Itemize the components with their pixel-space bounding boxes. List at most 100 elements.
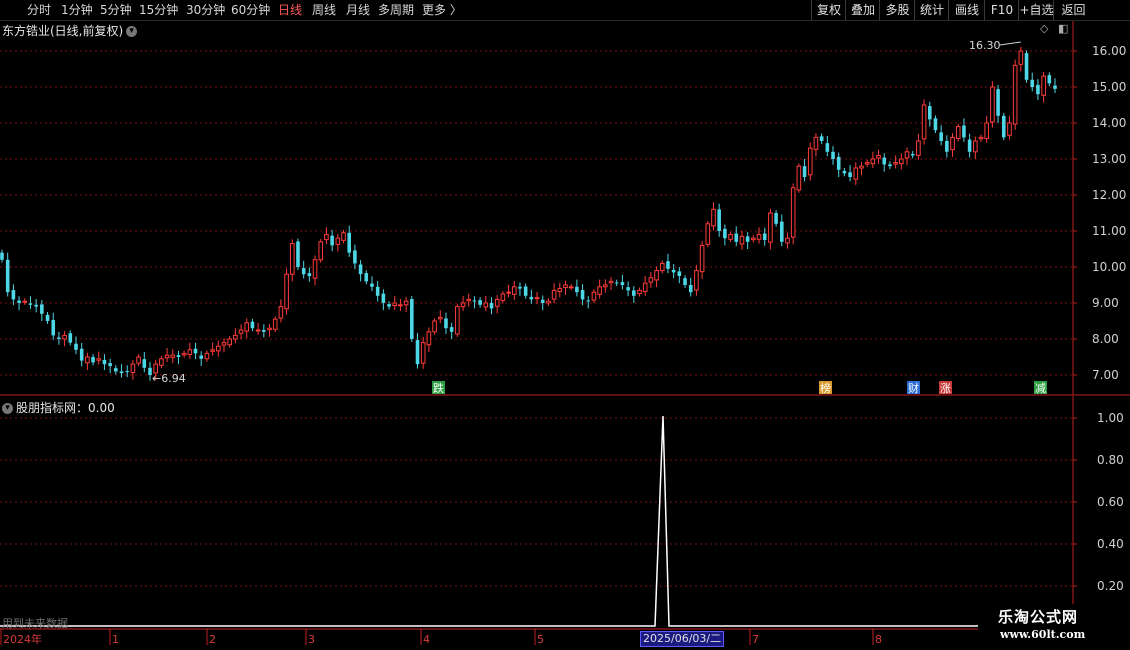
candle-body-down (51, 319, 56, 336)
candle-body-down (375, 286, 380, 296)
candle-body-down (967, 139, 972, 152)
candle-body-up (654, 270, 659, 281)
candle-body-up (785, 237, 790, 244)
future-data-warning: 用到未来数据 (2, 617, 68, 630)
candle-body-down (364, 273, 369, 282)
candle-body-up (455, 306, 460, 335)
candle-body-down (176, 355, 181, 357)
candle-body-down (410, 299, 414, 339)
candle-body-down (575, 286, 579, 293)
candle-body-down (882, 157, 887, 165)
time-label: 7 (752, 633, 759, 646)
candle-body-up (494, 298, 500, 307)
candle-body-up (768, 212, 773, 243)
candle-body-up (864, 162, 870, 165)
candle-body-down (472, 300, 477, 302)
candle-body-down (17, 300, 21, 303)
indicator-label: 0.80 (1097, 453, 1124, 467)
candle-body-down (262, 330, 266, 332)
candle-body-down (614, 282, 619, 284)
candle-body-down (762, 233, 767, 240)
cursor-date: 2025/06/03/二 (640, 631, 725, 647)
candle-body-up (893, 162, 898, 165)
candle-body-up (466, 298, 472, 302)
candle-body-down (347, 232, 352, 253)
candle-body-up (534, 297, 540, 300)
candle-body-up (790, 187, 796, 238)
candle-body-up (62, 334, 67, 340)
high-arrow (999, 41, 1021, 46)
candle-body-down (842, 170, 847, 174)
candle-body-up (130, 363, 136, 373)
candle-body-up (85, 356, 90, 364)
candle-body-up (728, 234, 733, 240)
candle-body-up (210, 349, 215, 352)
chevron-down-icon[interactable]: ▾ (2, 403, 13, 414)
candle-body-up (870, 158, 876, 165)
candle-body-down (119, 371, 124, 374)
kline-chart[interactable]: 16.0015.0014.0013.0012.0011.0010.009.008… (0, 0, 1130, 650)
candle-body-down (45, 314, 50, 321)
candle-body-down (307, 273, 312, 276)
candle-body-down (40, 304, 44, 314)
time-label: 3 (308, 633, 315, 646)
candle-body-down (831, 151, 835, 159)
candle-body-up (597, 286, 602, 295)
candle-body-up (955, 126, 961, 139)
signal-marker: 跌 (433, 381, 444, 395)
candle-body-up (500, 293, 506, 301)
indicator-label: 0.40 (1097, 537, 1124, 551)
candle-body-up (1012, 64, 1018, 125)
candle-body-down (723, 228, 727, 239)
time-label: 1 (112, 633, 119, 646)
candle-body-up (324, 234, 329, 241)
candle-body-up (859, 165, 864, 169)
signal-marker: 榜 (820, 381, 831, 395)
candle-body-down (91, 357, 95, 363)
candle-body-down (358, 264, 363, 275)
candle-body-up (227, 338, 232, 346)
candle-body-down (945, 141, 949, 152)
candle-body-up (973, 140, 978, 153)
candle-body-up (637, 289, 642, 295)
logo-url: www.60lt.com (1000, 628, 1086, 641)
candle-body-up (642, 282, 648, 292)
candle-body-down (478, 300, 482, 305)
candle-body-down (620, 282, 625, 285)
candle-body-down (1053, 85, 1057, 89)
site-logo: 乐淘公式网 www.60lt.com (980, 604, 1130, 644)
candle-body-down (848, 172, 852, 177)
candle-body-down (734, 233, 739, 242)
time-label: 2 (209, 633, 216, 646)
candle-body-down (529, 296, 534, 300)
signal-marker: 涨 (940, 382, 951, 395)
candle-body-down (688, 285, 693, 293)
candle-body-up (853, 167, 859, 180)
candle-body-up (563, 284, 568, 289)
candle-body-up (267, 327, 272, 331)
candle-body-up (392, 302, 398, 307)
candle-body-down (353, 250, 357, 264)
candle-body-down (370, 283, 374, 287)
candle-body-down (57, 337, 61, 339)
candle-body-up (278, 306, 284, 319)
candle-body-up (170, 354, 176, 358)
signal-marker: 财 (908, 381, 919, 395)
candle-body-down (34, 304, 38, 307)
candle-body-up (511, 286, 517, 295)
candle-body-down (1024, 53, 1029, 80)
candle-body-up (796, 165, 802, 191)
candle-body-up (420, 342, 426, 364)
candle-body-up (272, 318, 278, 330)
candle-body-down (518, 286, 522, 289)
candle-body-up (694, 270, 699, 291)
candle-body-down (193, 348, 198, 354)
high-price-label: 16.30 (969, 39, 1001, 52)
candle-body-down (774, 213, 778, 224)
candle-body-down (1036, 84, 1040, 95)
indicator-title[interactable]: ▾ 股朋指标网：0.00 (2, 399, 115, 416)
candle-body-down (415, 340, 420, 365)
candle-body-down (102, 359, 107, 365)
candle-body-up (341, 232, 346, 241)
candle-body-up (551, 289, 557, 300)
